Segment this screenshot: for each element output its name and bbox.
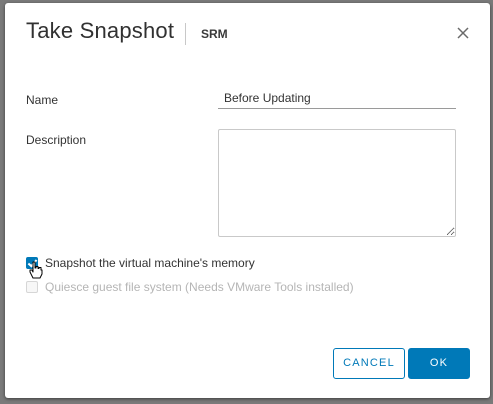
dialog-subtitle: SRM [201,27,228,41]
dialog-title: Take Snapshot [26,18,175,43]
memory-option-row[interactable]: Snapshot the virtual machine's memory [26,255,255,271]
title-divider [185,23,186,45]
ok-button[interactable]: OK [408,348,470,379]
close-button[interactable] [453,23,473,43]
description-label: Description [26,133,87,147]
dialog-header: Take Snapshot SRM [5,3,490,63]
memory-checkbox-label[interactable]: Snapshot the virtual machine's memory [45,256,255,270]
cancel-button[interactable]: CANCEL [333,348,405,379]
name-label: Name [26,93,59,107]
quiesce-checkbox-label: Quiesce guest file system (Needs VMware … [45,280,354,294]
name-input[interactable] [218,87,456,109]
quiesce-checkbox [26,281,38,293]
description-textarea[interactable] [218,129,456,237]
close-icon [457,27,469,39]
hand-cursor-icon [29,261,43,279]
quiesce-option-row: Quiesce guest file system (Needs VMware … [26,279,354,295]
take-snapshot-dialog: Take Snapshot SRM Name Description Snaps… [5,3,490,398]
